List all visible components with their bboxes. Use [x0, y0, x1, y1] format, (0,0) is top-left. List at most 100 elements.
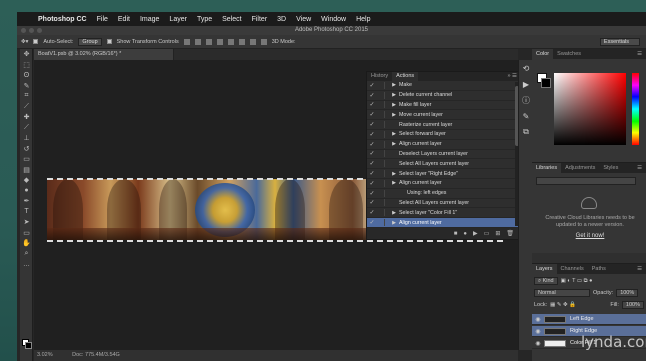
zoom-tool-icon[interactable]: ⌕: [20, 249, 33, 260]
expand-triangle-icon[interactable]: ▶: [389, 180, 399, 186]
action-toggle-check[interactable]: ✓: [367, 209, 377, 216]
expand-triangle-icon[interactable]: ▶: [389, 102, 399, 108]
background-color-swatch[interactable]: [25, 342, 32, 349]
window-controls[interactable]: [21, 28, 42, 33]
action-toggle-check[interactable]: ✓: [367, 111, 377, 118]
group-select[interactable]: Group: [78, 37, 102, 46]
expand-triangle-icon[interactable]: ▶: [389, 112, 399, 118]
tab-swatches[interactable]: Swatches: [553, 49, 585, 59]
layer-row[interactable]: ◉ Left Edge: [532, 314, 646, 325]
eye-icon[interactable]: ◉: [532, 340, 544, 347]
tab-adjustments[interactable]: Adjustments: [561, 163, 599, 173]
expand-triangle-icon[interactable]: ▶: [389, 92, 399, 98]
action-toggle-check[interactable]: ✓: [367, 150, 377, 157]
align-middle-icon[interactable]: [194, 38, 201, 45]
action-row[interactable]: ✓ Select All Layers current layer: [367, 199, 520, 209]
action-toggle-check[interactable]: ✓: [367, 131, 377, 138]
action-toggle-check[interactable]: ✓: [367, 190, 377, 197]
menu-image[interactable]: Image: [135, 16, 164, 23]
menu-layer[interactable]: Layer: [164, 16, 192, 23]
align-bottom-icon[interactable]: [205, 38, 212, 45]
menu-app[interactable]: Photoshop CC: [33, 16, 92, 23]
action-toggle-check[interactable]: ✓: [367, 199, 377, 206]
dialog-toggle-box[interactable]: [377, 199, 385, 207]
history-brush-tool-icon[interactable]: ↺: [20, 144, 33, 155]
hue-slider[interactable]: [632, 73, 639, 145]
info-icon[interactable]: ⓘ: [519, 92, 533, 108]
library-select[interactable]: [536, 177, 636, 185]
action-row[interactable]: ✓ ▶ Delete current channel: [367, 91, 520, 101]
pen-tool-icon[interactable]: ✒: [20, 196, 33, 207]
get-it-now-button[interactable]: Get it now!: [540, 233, 640, 239]
action-row[interactable]: ✓ Using: left edges: [367, 189, 520, 199]
action-toggle-check[interactable]: ✓: [367, 170, 377, 177]
dialog-toggle-box[interactable]: [377, 121, 385, 129]
action-toggle-check[interactable]: ✓: [367, 92, 377, 99]
panel-menu-icon[interactable]: ☰: [633, 264, 646, 274]
align-right-icon[interactable]: [238, 38, 245, 45]
play-icon[interactable]: ▶: [473, 230, 478, 237]
brush-tool-icon[interactable]: ⟋: [20, 123, 33, 134]
more-tools-icon[interactable]: …: [20, 259, 33, 270]
align-top-icon[interactable]: [183, 38, 190, 45]
action-toggle-check[interactable]: ✓: [367, 160, 377, 167]
hand-tool-icon[interactable]: ✋: [20, 238, 33, 249]
action-row[interactable]: ✓ Deselect Layers current layer: [367, 150, 520, 160]
action-toggle-check[interactable]: ✓: [367, 219, 377, 226]
menu-file[interactable]: File: [92, 16, 113, 23]
expand-triangle-icon[interactable]: ▶: [389, 141, 399, 147]
eye-icon[interactable]: ◉: [532, 316, 544, 323]
color-picker-field[interactable]: [554, 73, 626, 145]
action-toggle-check[interactable]: ✓: [367, 141, 377, 148]
menu-window[interactable]: Window: [316, 16, 351, 23]
dialog-toggle-box[interactable]: [377, 111, 385, 119]
action-row[interactable]: ✓ ▶ Make: [367, 81, 520, 91]
eraser-tool-icon[interactable]: ▭: [20, 154, 33, 165]
auto-select-checkbox[interactable]: [33, 39, 39, 44]
filter-icons[interactable]: ▣ ◐ T ▭ ⧉ ●: [561, 278, 593, 285]
action-row[interactable]: ✓ ▶ Move current layer: [367, 110, 520, 121]
dialog-toggle-box[interactable]: [377, 219, 385, 227]
clone-source-icon[interactable]: ⧉: [519, 124, 533, 140]
action-row[interactable]: ✓ ▶ Align current layer: [367, 140, 520, 150]
move-tool-icon[interactable]: ✥: [20, 49, 33, 60]
distribute-icon[interactable]: [249, 38, 256, 45]
panel-menu-icon[interactable]: ☰: [633, 49, 646, 59]
action-row[interactable]: ✓ ▶ Select forward layer: [367, 130, 520, 140]
menu-type[interactable]: Type: [192, 16, 217, 23]
menu-help[interactable]: Help: [351, 16, 375, 23]
actions-play-icon[interactable]: ▶: [519, 76, 533, 92]
lasso-tool-icon[interactable]: ʘ: [20, 70, 33, 81]
tab-layers[interactable]: Layers: [532, 264, 557, 274]
blur-tool-icon[interactable]: ◆: [20, 175, 33, 186]
dialog-toggle-box[interactable]: [377, 189, 385, 197]
move-tool-icon[interactable]: ✥▾: [21, 39, 28, 45]
dodge-tool-icon[interactable]: ●: [20, 186, 33, 197]
action-row[interactable]: ✓ Rasterize current layer: [367, 120, 520, 130]
shape-tool-icon[interactable]: ▭: [20, 228, 33, 239]
brush-presets-icon[interactable]: ✎: [519, 108, 533, 124]
lock-icons[interactable]: ▦ ✎ ✥ 🔒: [550, 302, 576, 308]
background-color-swatch[interactable]: [541, 78, 551, 88]
fill-field[interactable]: 100%: [621, 301, 644, 309]
action-row[interactable]: ✓ ▶ Align current layer: [367, 179, 520, 189]
zoom-level[interactable]: 3.02%: [37, 352, 53, 358]
quick-select-tool-icon[interactable]: ✎: [20, 81, 33, 92]
record-icon[interactable]: ●: [463, 231, 467, 237]
eyedropper-tool-icon[interactable]: ⟋: [20, 102, 33, 113]
action-row[interactable]: ✓ ▶ Make fill layer: [367, 101, 520, 111]
action-row[interactable]: ✓ ▶ Align current layer: [367, 218, 520, 228]
path-select-tool-icon[interactable]: ➤: [20, 217, 33, 228]
action-toggle-check[interactable]: ✓: [367, 82, 377, 89]
tab-libraries[interactable]: Libraries: [532, 163, 562, 173]
menu-3d[interactable]: 3D: [272, 16, 291, 23]
expand-triangle-icon[interactable]: ▶: [389, 210, 399, 216]
dialog-toggle-box[interactable]: [377, 179, 385, 187]
tab-color[interactable]: Color: [532, 49, 554, 59]
opacity-field[interactable]: 100%: [616, 289, 639, 297]
action-row[interactable]: ✓ ▶ Select layer "Right Edge": [367, 169, 520, 179]
tab-history[interactable]: History: [367, 72, 392, 81]
expand-triangle-icon[interactable]: ▶: [389, 82, 399, 88]
trash-icon[interactable]: 🗑: [506, 230, 514, 237]
document-tab[interactable]: BoatV1.psb @ 3.02% (RGB/16*) *: [34, 49, 174, 60]
